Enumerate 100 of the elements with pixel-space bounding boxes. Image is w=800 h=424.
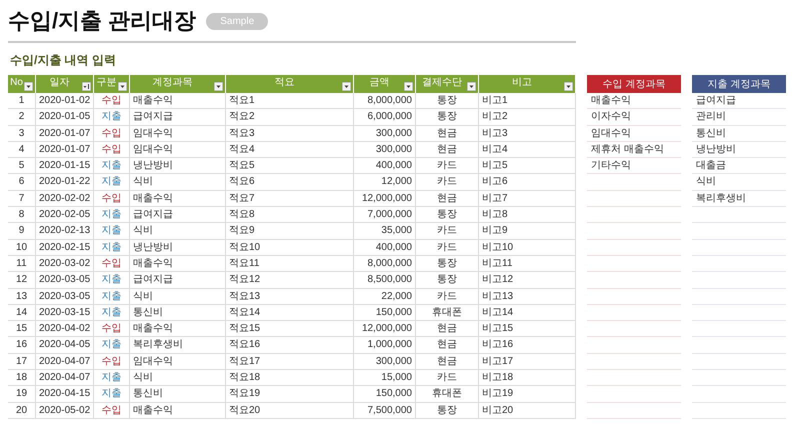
table-cell: 2020-04-07: [36, 354, 94, 370]
table-cell: 통신비: [130, 386, 226, 403]
table-cell: 2: [8, 109, 36, 126]
table-cell: 19: [8, 386, 36, 403]
table-cell: 매출수익: [130, 321, 226, 338]
table-cell: 2020-01-05: [36, 109, 94, 126]
table-cell: 냉난방비: [130, 158, 226, 174]
dropdown-icon[interactable]: [118, 82, 127, 91]
list-item[interactable]: 식비: [692, 174, 786, 191]
table-cell: 매출수익: [130, 402, 226, 419]
table-cell: 수입: [94, 93, 130, 110]
table-cell: 비고1: [479, 93, 576, 110]
table-cell: 냉난방비: [130, 240, 226, 256]
table-cell: 현금: [416, 142, 479, 158]
table-cell: 지출: [94, 207, 130, 224]
table-cell: 적요13: [226, 288, 354, 305]
dropdown-icon[interactable]: [404, 82, 413, 91]
page-title: 수입/지출 관리대장: [8, 7, 196, 35]
dropdown-icon[interactable]: [24, 82, 33, 91]
list-item[interactable]: 대출금: [692, 158, 786, 174]
table-cell: 적요8: [226, 207, 354, 224]
list-item[interactable]: 관리비: [692, 109, 786, 126]
table-cell: 비고15: [479, 321, 576, 338]
table-cell: 2020-03-15: [36, 304, 94, 322]
table-cell: 휴대폰: [416, 386, 479, 403]
table-cell: 통장: [416, 207, 479, 224]
table-cell: 2020-01-07: [36, 126, 94, 142]
table-cell: 3: [8, 126, 36, 142]
table-cell: 수입: [94, 142, 130, 158]
list-header: 수입 계정과목: [587, 75, 681, 93]
table-cell: 6: [8, 174, 36, 191]
table-cell: 급여지급: [130, 272, 226, 289]
table-cell: 휴대폰: [416, 304, 479, 322]
table-cell: 150,000: [354, 304, 416, 322]
table-cell: 통장: [416, 272, 479, 289]
list-item[interactable]: 급여지급: [692, 93, 786, 110]
table-cell: 지출: [94, 174, 130, 191]
table-cell: 7,500,000: [354, 402, 416, 419]
table-cell: 비고8: [479, 207, 576, 224]
dropdown-icon[interactable]: [342, 82, 351, 91]
table-cell: 11: [8, 256, 36, 272]
list-item[interactable]: 임대수익: [587, 126, 681, 142]
table-cell: 비고13: [479, 288, 576, 305]
table-cell: 2020-03-05: [36, 272, 94, 289]
table-cell: 매출수익: [130, 256, 226, 272]
list-item[interactable]: 복리후생비: [692, 190, 786, 208]
list-item[interactable]: 냉난방비: [692, 142, 786, 158]
list-item[interactable]: 제휴처 매출수익: [587, 142, 681, 158]
dropdown-icon[interactable]: [467, 82, 476, 91]
table-cell: 4: [8, 142, 36, 158]
table-cell: 카드: [416, 174, 479, 191]
table-cell: 2020-02-13: [36, 223, 94, 240]
table-cell: 14: [8, 304, 36, 322]
table-cell: 통장: [416, 256, 479, 272]
dropdown-icon[interactable]: [214, 82, 223, 91]
table-cell: 임대수익: [130, 142, 226, 158]
table-cell: 적요16: [226, 337, 354, 354]
table-cell: 적요20: [226, 402, 354, 419]
table-cell: 현금: [416, 126, 479, 142]
list-item[interactable]: 매출수익: [587, 93, 681, 110]
table-cell: 적요1: [226, 93, 354, 110]
table-cell: 비고10: [479, 240, 576, 256]
table-cell: 17: [8, 354, 36, 370]
table-cell: 지출: [94, 370, 130, 386]
table-cell: 8,000,000: [354, 256, 416, 272]
table-cell: 카드: [416, 158, 479, 174]
list-item[interactable]: 기타수익: [587, 158, 681, 174]
table-cell: 통신비: [130, 304, 226, 322]
table-cell: 통장: [416, 93, 479, 110]
table-cell: 적요7: [226, 190, 354, 208]
table-cell: 지출: [94, 304, 130, 322]
table-cell: 2020-02-05: [36, 207, 94, 224]
table-cell: 12: [8, 272, 36, 289]
table-cell: 12,000: [354, 174, 416, 191]
sort-filter-icon[interactable]: [82, 82, 91, 91]
table-cell: 2020-04-02: [36, 321, 94, 338]
table-cell: 현금: [416, 321, 479, 338]
table-cell: 적요15: [226, 321, 354, 338]
table-cell: 적요11: [226, 256, 354, 272]
table-cell: 2020-02-02: [36, 190, 94, 208]
list-item[interactable]: 이자수익: [587, 109, 681, 126]
table-cell: 카드: [416, 288, 479, 305]
table-cell: 수입: [94, 321, 130, 338]
table-cell: 5: [8, 158, 36, 174]
table-cell: 지출: [94, 240, 130, 256]
table-cell: 8: [8, 207, 36, 224]
table-cell: 7,000,000: [354, 207, 416, 224]
table-cell: 22,000: [354, 288, 416, 305]
table-cell: 비고7: [479, 190, 576, 208]
table-cell: 식비: [130, 174, 226, 191]
table-cell: 수입: [94, 190, 130, 208]
table-cell: 8,500,000: [354, 272, 416, 289]
table-cell: 현금: [416, 337, 479, 354]
table-cell: 비고17: [479, 354, 576, 370]
table-cell: 12,000,000: [354, 190, 416, 208]
table-cell: 20: [8, 402, 36, 419]
table-cell: 통장: [416, 109, 479, 126]
table-cell: 18: [8, 370, 36, 386]
list-item[interactable]: 통신비: [692, 126, 786, 142]
dropdown-icon[interactable]: [564, 82, 573, 91]
